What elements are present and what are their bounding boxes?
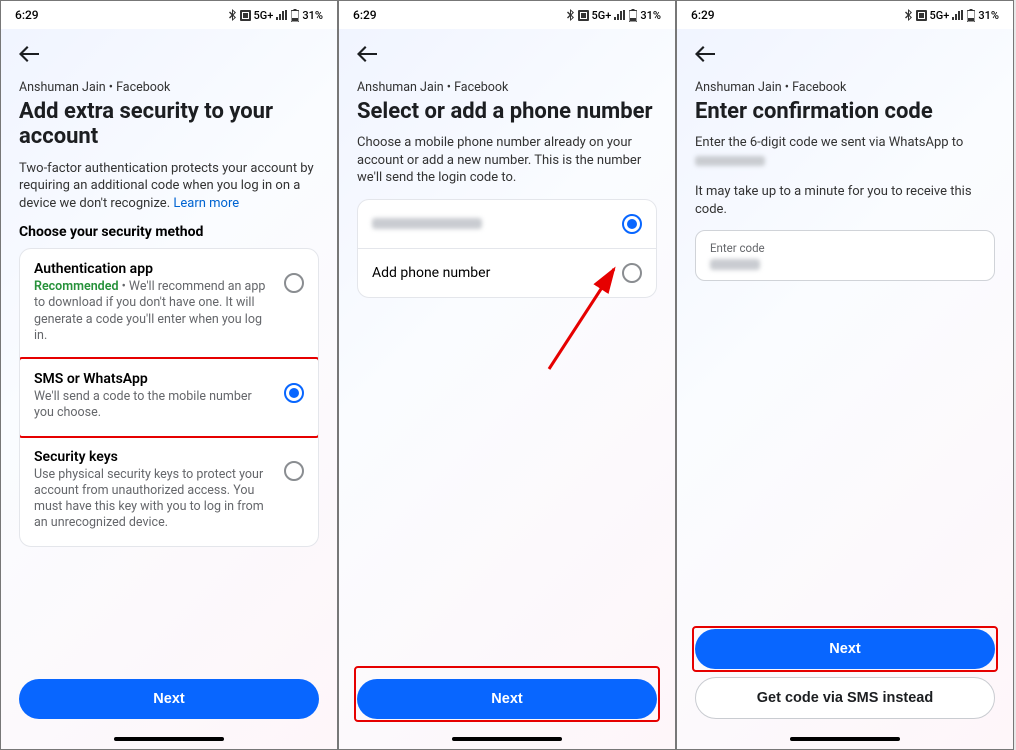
status-bar: 6:29 5G+ 31% [677, 1, 1013, 29]
home-indicator[interactable] [339, 729, 675, 749]
option-auth-app[interactable]: Authentication app Recommended • We'll r… [20, 249, 318, 359]
phone-screen-1: 6:29 5G+ 31% Anshuman Jain • Facebook Ad… [0, 0, 338, 750]
redacted-phone-number [372, 218, 482, 229]
code-input-card[interactable]: Enter code [695, 230, 995, 281]
signal-icon [614, 10, 626, 20]
radio-existing-number[interactable] [622, 214, 642, 234]
page-description-1: Enter the 6-digit code we sent via Whats… [695, 134, 995, 171]
option-add-number[interactable]: Add phone number [358, 249, 656, 297]
bluetooth-icon [905, 9, 913, 21]
option-title: SMS or WhatsApp [34, 371, 274, 387]
status-bar: 6:29 5G+ 31% [1, 1, 337, 29]
breadcrumb: Anshuman Jain • Facebook [19, 80, 319, 95]
home-indicator[interactable] [677, 729, 1013, 749]
battery-icon [967, 9, 975, 22]
status-bar: 6:29 5G+ 31% [339, 1, 675, 29]
status-time: 6:29 [691, 8, 715, 22]
page-title: Enter confirmation code [695, 99, 995, 124]
page-description: Choose a mobile phone number already on … [357, 134, 657, 187]
page-description: Two-factor authentication protects your … [19, 160, 319, 213]
breadcrumb: Anshuman Jain • Facebook [357, 80, 657, 95]
phone-screen-3: 6:29 5G+ 31% Anshuman Jain • Facebook En… [676, 0, 1014, 750]
learn-more-link[interactable]: Learn more [173, 196, 239, 211]
radio-add-number[interactable] [622, 263, 642, 283]
status-time: 6:29 [15, 8, 39, 22]
page-description-2: It may take up to a minute for you to re… [695, 183, 995, 218]
recommended-tag: Recommended [34, 279, 119, 294]
battery-icon [291, 9, 299, 22]
status-network: 5G+ [254, 9, 274, 22]
page-title: Add extra security to your account [19, 99, 319, 150]
back-button[interactable] [695, 43, 719, 68]
security-method-card: Authentication app Recommended • We'll r… [19, 248, 319, 547]
next-button[interactable]: Next [357, 679, 657, 719]
redacted-recipient [695, 156, 765, 166]
option-sms-whatsapp[interactable]: SMS or WhatsApp We'll send a code to the… [20, 359, 318, 437]
sim-icon [240, 10, 251, 21]
option-title: Security keys [34, 449, 274, 465]
input-label: Enter code [710, 241, 980, 255]
status-battery: 31% [640, 9, 661, 22]
page-title: Select or add a phone number [357, 99, 657, 124]
status-icons [567, 9, 589, 21]
phone-screen-2: 6:29 5G+ 31% Anshuman Jain • Facebook Se… [338, 0, 676, 750]
breadcrumb: Anshuman Jain • Facebook [695, 80, 995, 95]
status-icons [229, 9, 251, 21]
option-security-keys[interactable]: Security keys Use physical security keys… [20, 437, 318, 546]
get-sms-code-button[interactable]: Get code via SMS instead [695, 677, 995, 719]
next-button[interactable]: Next [19, 679, 319, 719]
status-network: 5G+ [930, 9, 950, 22]
radio-sms-whatsapp[interactable] [284, 383, 304, 403]
status-battery: 31% [978, 9, 999, 22]
option-title: Authentication app [34, 261, 274, 277]
option-existing-number[interactable] [358, 200, 656, 249]
home-indicator[interactable] [1, 729, 337, 749]
status-network: 5G+ [592, 9, 612, 22]
radio-security-keys[interactable] [284, 461, 304, 481]
sim-icon [578, 10, 589, 21]
next-button[interactable]: Next [695, 629, 995, 669]
redacted-code-value [710, 259, 760, 270]
sim-icon [916, 10, 927, 21]
signal-icon [952, 10, 964, 20]
battery-icon [629, 9, 637, 22]
status-battery: 31% [302, 9, 323, 22]
signal-icon [276, 10, 288, 20]
radio-auth-app[interactable] [284, 273, 304, 293]
phone-number-card: Add phone number [357, 199, 657, 298]
bluetooth-icon [229, 9, 237, 21]
bluetooth-icon [567, 9, 575, 21]
back-button[interactable] [19, 43, 43, 68]
section-heading: Choose your security method [19, 224, 319, 240]
status-time: 6:29 [353, 8, 377, 22]
back-button[interactable] [357, 43, 381, 68]
add-phone-label: Add phone number [372, 265, 490, 281]
status-icons [905, 9, 927, 21]
